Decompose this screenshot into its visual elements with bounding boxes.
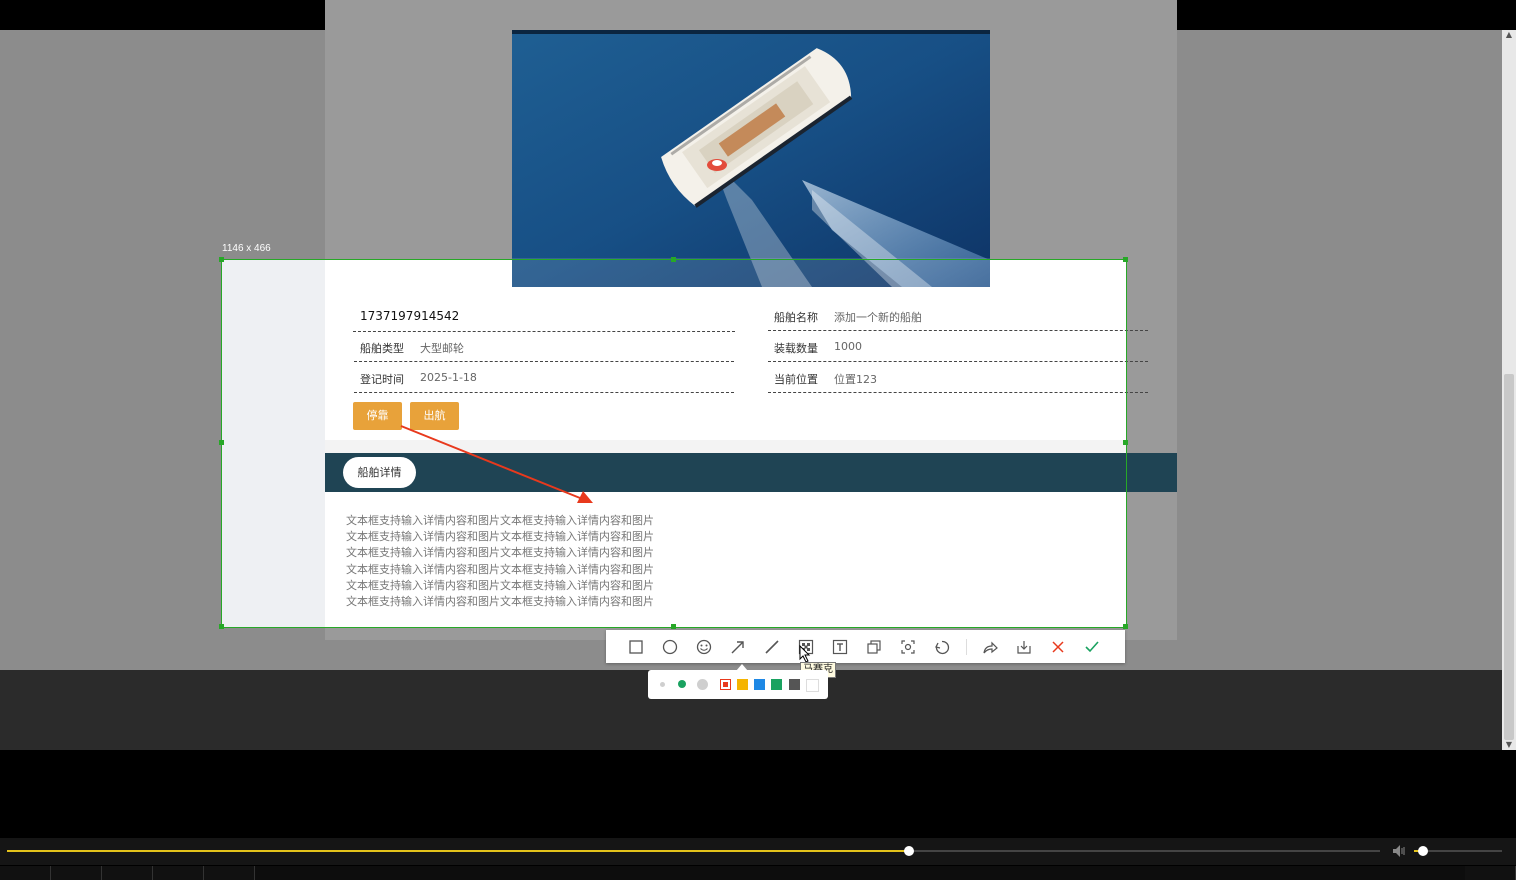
seek-thumb[interactable] — [904, 846, 914, 856]
size-small-icon[interactable] — [660, 682, 665, 687]
ship-photo — [512, 30, 990, 287]
text-icon[interactable] — [831, 638, 849, 656]
bottom-tab[interactable] — [0, 866, 51, 880]
toolbar-divider — [966, 639, 967, 655]
ellipse-icon[interactable] — [661, 638, 679, 656]
color-swatch-red[interactable] — [720, 679, 731, 690]
progress-played[interactable] — [7, 850, 909, 852]
undo-icon[interactable] — [933, 638, 951, 656]
scroll-up-icon[interactable]: ▲ — [1503, 30, 1515, 40]
share-icon[interactable] — [981, 638, 999, 656]
cruise-ship-image — [512, 30, 990, 287]
size-medium-icon[interactable] — [678, 680, 686, 688]
bottom-tab[interactable] — [1465, 866, 1516, 880]
mouse-cursor-icon — [799, 645, 811, 663]
volume-icon[interactable] — [1392, 844, 1408, 858]
bottom-tab[interactable] — [51, 866, 102, 880]
resize-handle[interactable] — [671, 624, 676, 629]
resize-handle[interactable] — [1123, 624, 1128, 629]
resize-handle[interactable] — [1123, 440, 1128, 445]
color-swatch-white[interactable] — [806, 679, 819, 692]
ocr-icon[interactable] — [899, 638, 917, 656]
selection-border — [221, 259, 1127, 628]
annotation-arrow[interactable] — [395, 420, 605, 510]
emoji-icon[interactable] — [695, 638, 713, 656]
line-icon[interactable] — [763, 638, 781, 656]
bottom-tab[interactable] — [204, 866, 255, 880]
volume-thumb[interactable] — [1418, 846, 1428, 856]
size-large-icon[interactable] — [697, 679, 708, 690]
color-swatch-yellow[interactable] — [737, 679, 748, 690]
confirm-icon[interactable] — [1083, 638, 1101, 656]
close-icon[interactable] — [1049, 638, 1067, 656]
scroll-down-icon[interactable]: ▼ — [1503, 740, 1515, 750]
color-swatch-blue[interactable] — [754, 679, 765, 690]
color-swatch-gray[interactable] — [789, 679, 800, 690]
bottom-tab[interactable] — [153, 866, 204, 880]
selection-size-label: 1146 x 466 — [222, 243, 271, 254]
color-swatch-green[interactable] — [771, 679, 782, 690]
rectangle-icon[interactable] — [627, 638, 645, 656]
download-icon[interactable] — [1015, 638, 1033, 656]
resize-handle[interactable] — [671, 257, 676, 262]
palette-pointer — [736, 664, 748, 671]
volume-remaining[interactable] — [1424, 850, 1502, 852]
resize-handle[interactable] — [219, 440, 224, 445]
scrollbar-thumb[interactable] — [1504, 374, 1514, 740]
resize-handle[interactable] — [1123, 257, 1128, 262]
bottom-tab[interactable] — [102, 866, 153, 880]
resize-handle[interactable] — [219, 624, 224, 629]
resize-handle[interactable] — [219, 257, 224, 262]
arrow-icon[interactable] — [729, 638, 747, 656]
pin-icon[interactable] — [865, 638, 883, 656]
progress-remaining[interactable] — [909, 850, 1380, 852]
